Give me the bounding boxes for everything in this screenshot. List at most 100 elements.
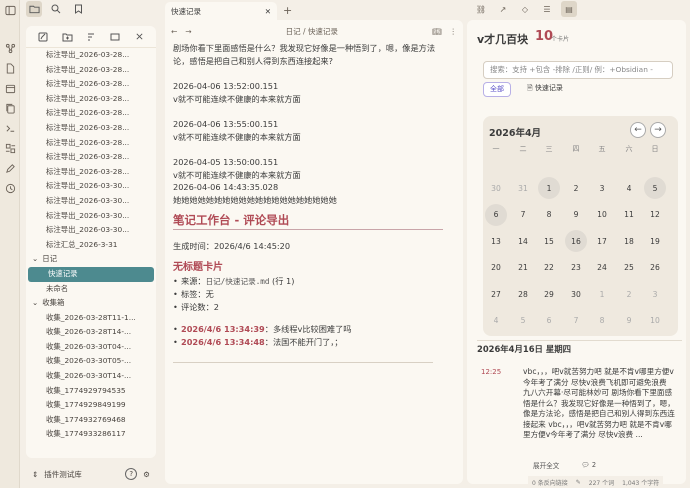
search-input[interactable]: 搜索：支持 +包含 -排除 /正则/ 例：+Obsidian - [483,61,673,79]
calendar-day[interactable]: 24 [591,257,613,279]
file-item[interactable]: 标注导出_2026-03-28... [26,92,156,107]
calendar-day[interactable]: 20 [485,257,507,279]
filter-all-chip[interactable]: 全部 [483,82,511,97]
file-item[interactable]: 标注导出_2026-03-30... [26,179,156,194]
calendar-day[interactable]: 23 [565,257,587,279]
calendar-day[interactable]: 30 [485,177,507,199]
comment-button[interactable]: 💬︎ 2 [581,461,596,469]
collapse-icon[interactable] [108,30,122,44]
vault-switcher[interactable]: ⇕ 插件测试库 ? ⚙ [26,464,156,484]
reading-view-icon[interactable]: 📖︎ [432,27,442,36]
file-item[interactable]: 标注导出_2026-03-28... [26,48,156,63]
file-item[interactable]: 收集_1774932769468 [26,413,156,428]
calendar-icon[interactable] [0,78,20,98]
tag-icon[interactable]: ◇ [517,1,533,17]
calendar-day[interactable]: 7 [512,204,534,226]
note-content[interactable]: 剧场你看下里面感悟是什么？我发现它好像是一种悟到了，嗯，像是方法论，感悟是把自己… [173,42,443,363]
calendar-day[interactable]: 1 [591,283,613,305]
clock-icon[interactable] [0,178,20,198]
file-item[interactable]: 收集_1774929849199 [26,398,156,413]
file-item[interactable]: 标注导出_2026-03-28... [26,150,156,165]
new-tab-icon[interactable]: + [283,4,292,17]
back-arrow-icon[interactable]: ← [171,27,177,36]
calendar-day[interactable]: 1 [538,177,560,199]
calendar-day[interactable]: 22 [538,257,560,279]
file-item[interactable]: 收集_1774929794535 [26,384,156,399]
calendar-day[interactable]: 3 [644,283,666,305]
calendar-day[interactable]: 17 [591,230,613,252]
blocks-icon[interactable] [0,138,20,158]
file-item[interactable]: 标注导出_2026-03-28... [26,106,156,121]
graph-icon[interactable] [0,38,20,58]
backlinks-count[interactable]: 0 条反向链接 [532,478,568,487]
calendar-day[interactable]: 14 [512,230,534,252]
calendar-day[interactable]: 29 [538,283,560,305]
calendar-day[interactable]: 9 [565,204,587,226]
sort-icon[interactable] [84,30,98,44]
filter-quick-notes-chip[interactable]: 🗎︎ 快速记录 [521,82,569,97]
file-item[interactable]: 标注导出_2026-03-28... [26,136,156,151]
folder-inbox[interactable]: ⌄ 收集箱 [26,296,156,311]
edit-icon[interactable] [0,158,20,178]
file-item[interactable]: 收集_2026-03-28T14-... [26,325,156,340]
breadcrumb[interactable]: 日记 / 快速记录 [192,26,432,37]
calendar-day[interactable]: 10 [644,310,666,332]
card-text[interactable]: vbc，，，吧v就苦努力吧 就是不肯v哪里方便v今年考了满分 尽快v浪费飞机即可… [523,367,675,441]
folder-diary[interactable]: ⌄ 日记 [26,252,156,267]
calendar-day[interactable]: 12 [644,204,666,226]
bookmark-icon[interactable] [70,1,86,17]
outgoing-link-icon[interactable]: ↗ [495,1,511,17]
calendar-day[interactable]: 30 [565,283,587,305]
calendar-day[interactable]: 28 [512,283,534,305]
file-item[interactable]: 标注导出_2026-03-30... [26,209,156,224]
source-path[interactable]: 日记/快速记录.md [206,277,270,286]
calendar-day[interactable]: 21 [512,257,534,279]
calendar-day[interactable]: 4 [618,177,640,199]
calendar-day[interactable]: 8 [538,204,560,226]
calendar-day[interactable]: 19 [644,230,666,252]
calendar-day[interactable]: 15 [538,230,560,252]
expand-button[interactable]: 展开全文 [533,460,559,470]
link-icon[interactable]: ⛓ [473,1,489,17]
terminal-icon[interactable] [0,118,20,138]
settings-icon[interactable]: ⚙ [143,470,150,479]
calendar-day[interactable]: 4 [485,310,507,332]
list-icon[interactable]: ☰ [539,1,555,17]
calendar-day[interactable]: 26 [644,257,666,279]
calendar-day[interactable]: 18 [618,230,640,252]
calendar-day[interactable]: 2 [618,283,640,305]
calendar-day[interactable]: 8 [591,310,613,332]
file-item[interactable]: 标注导出_2026-03-28... [26,63,156,78]
file-item[interactable]: 收集_2026-03-30T04-... [26,340,156,355]
new-folder-icon[interactable] [60,30,74,44]
file-icon[interactable] [0,58,20,78]
calendar-day[interactable]: 9 [618,310,640,332]
file-item-untitled[interactable]: 未命名 [26,282,156,297]
calendar-day[interactable]: 27 [485,283,507,305]
calendar-day[interactable]: 3 [591,177,613,199]
more-options-icon[interactable]: ⋮ [450,27,458,36]
calendar-day[interactable]: 2 [565,177,587,199]
file-item[interactable]: 标注导出_2026-03-28... [26,165,156,180]
help-icon[interactable]: ? [125,468,138,480]
calendar-day[interactable]: 6 [538,310,560,332]
file-item[interactable]: 收集_2026-03-28T11-1... [26,311,156,326]
file-item[interactable]: 标注汇总_2026-3-31 [26,238,156,253]
calendar-day[interactable]: 10 [591,204,613,226]
calendar-day[interactable]: 11 [618,204,640,226]
calendar-day[interactable]: 13 [485,230,507,252]
file-item[interactable]: 收集_1774933286117 [26,427,156,442]
file-item[interactable]: 标注导出_2026-03-30... [26,194,156,209]
calendar-day[interactable]: 5 [512,310,534,332]
tab-quick-notes[interactable]: 快速记录 ✕ [165,2,277,20]
folder-icon[interactable] [26,1,42,17]
cards-icon[interactable]: ▤ [561,1,577,17]
file-item[interactable]: 标注导出_2026-03-28... [26,121,156,136]
calendar-day[interactable]: 31 [512,177,534,199]
search-icon[interactable] [48,1,64,17]
file-item[interactable]: 标注导出_2026-03-28... [26,77,156,92]
calendar-day[interactable]: 6 [485,203,507,226]
file-item[interactable]: 标注导出_2026-03-30... [26,223,156,238]
file-item-quick-notes[interactable]: 快速记录 [28,266,154,282]
sidebar-toggle-icon[interactable] [0,0,20,20]
